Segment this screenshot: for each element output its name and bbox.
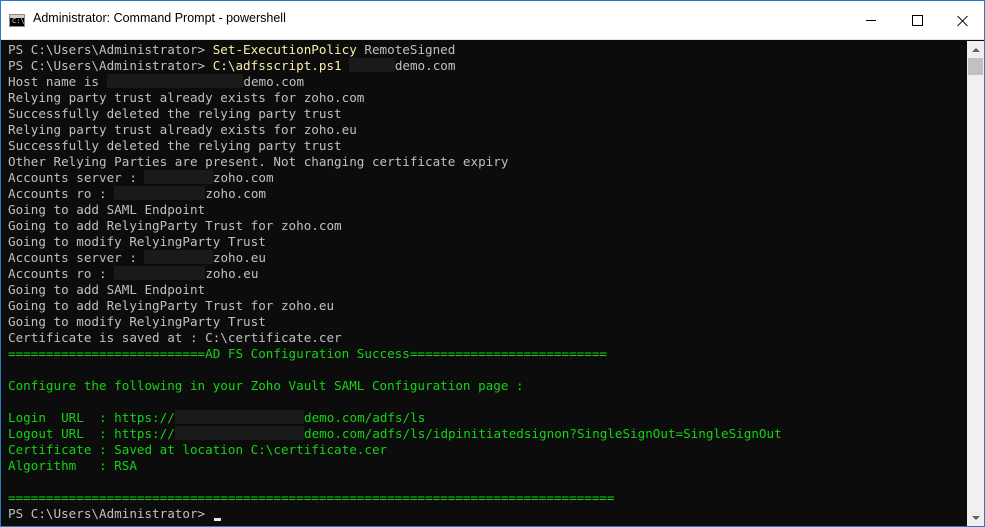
text-cursor [213,518,221,521]
console-text: Going to add RelyingParty Trust for zoho… [8,218,342,233]
console-text: Accounts ro : [8,266,115,281]
console-line: Accounts ro : zoho.com [8,186,266,202]
console-line: ========================================… [8,490,615,506]
redacted-text [144,170,213,184]
console-text: Successfully deleted the relying party t… [8,138,342,153]
console-text: zoho.eu [212,250,266,265]
console-text: Accounts ro : [8,186,115,201]
arrow-up-icon [971,47,980,52]
console-line: Login URL : https:// demo.com/adfs/ls [8,410,425,426]
console-line: Going to add RelyingParty Trust for zoho… [8,218,342,234]
console-line: Relying party trust already exists for z… [8,90,364,106]
console-line: Accounts ro : zoho.eu [8,266,258,282]
close-button[interactable] [940,1,984,40]
console-text: Relying party trust already exists for z… [8,90,365,105]
console-text: PS C:\Users\Administrator> [8,58,213,73]
command-prompt-window: C:\ Administrator: Command Prompt - powe… [0,0,985,527]
console-text: Accounts server : [8,250,145,265]
console-text: ========================================… [8,490,615,505]
console-text: zoho.com [205,186,267,201]
console-line: Successfully deleted the relying party t… [8,138,342,154]
console-text: Certificate is saved at : C:\certificate… [8,330,342,345]
console-line: Certificate : Saved at location C:\certi… [8,442,387,458]
console-text: Going to modify RelyingParty Trust [8,314,266,329]
redacted-text [144,250,213,264]
redacted-text [106,74,244,88]
cmd-icon-glyph: C:\ [12,17,25,25]
console-line: Going to modify RelyingParty Trust [8,314,266,330]
redacted-text [174,410,304,424]
redacted-text [349,58,395,72]
vertical-scrollbar[interactable] [967,41,984,526]
console-line: PS C:\Users\Administrator> C:\adfsscript… [8,58,455,74]
console-line: Accounts server : zoho.eu [8,250,266,266]
console-line: Successfully deleted the relying party t… [8,106,342,122]
console-line: Going to add SAML Endpoint [8,202,205,218]
console-text: PS C:\Users\Administrator> [8,506,213,521]
console-line: Going to add RelyingParty Trust for zoho… [8,298,334,314]
console-text: demo.com/adfs/ls [304,410,426,425]
console-output[interactable]: PS C:\Users\Administrator> Set-Execution… [1,41,967,526]
console-text: demo.com/adfs/ls/idpinitiatedsignon?Sing… [304,426,782,441]
console-line: PS C:\Users\Administrator> [8,506,221,522]
console-line: ==========================AD FS Configur… [8,346,607,362]
redacted-text [114,186,206,200]
console-text: Going to modify RelyingParty Trust [8,234,266,249]
console-text: Set-ExecutionPolicy [212,42,357,57]
console-line: Host name is demo.com [8,74,304,90]
console-text: RemoteSigned [356,42,456,57]
arrow-down-icon [971,515,980,520]
redacted-text [174,426,304,440]
console-line: Accounts server : zoho.com [8,170,274,186]
console-text: Configure the following in your Zoho Vau… [8,378,524,393]
console-line: Relying party trust already exists for z… [8,122,357,138]
console-text: zoho.com [212,170,274,185]
console-text: Accounts server : [8,170,145,185]
console-text: ==========================AD FS Configur… [8,346,607,361]
console-line: Certificate is saved at : C:\certificate… [8,330,342,346]
close-icon [957,15,969,27]
console-text: Going to add RelyingParty Trust for zoho… [8,298,335,313]
console-text: zoho.eu [205,266,259,281]
console-text: Going to add SAML Endpoint [8,282,206,297]
maximize-button[interactable] [894,1,940,40]
title-bar[interactable]: C:\ Administrator: Command Prompt - powe… [1,1,984,40]
scroll-down-button[interactable] [967,509,984,526]
console-text: PS C:\Users\Administrator> [8,42,213,57]
console-line: Algorithm : RSA [8,458,137,474]
console-text: Host name is [8,74,107,89]
scroll-thumb[interactable] [968,58,983,75]
console-text: Going to add SAML Endpoint [8,202,206,217]
console-text: C:\adfsscript.ps1 [212,58,342,73]
minimize-button[interactable] [848,1,894,40]
scroll-up-button[interactable] [967,41,984,58]
window-title: Administrator: Command Prompt - powershe… [33,11,286,25]
minimize-icon [866,20,876,21]
console-text: Certificate : Saved at location C:\certi… [8,442,388,457]
console-line: Logout URL : https:// demo.com/adfs/ls/id… [8,426,782,442]
maximize-icon [911,15,923,26]
redacted-text [114,266,206,280]
cmd-icon: C:\ [9,14,25,27]
console-text: Algorithm : RSA [8,458,137,473]
console-line: Going to add SAML Endpoint [8,282,205,298]
console-text: Login URL : https:// [8,410,175,425]
console-text: Other Relying Parties are present. Not c… [8,154,509,169]
console-line: Other Relying Parties are present. Not c… [8,154,508,170]
console-text: demo.com [243,74,305,89]
console-line: Configure the following in your Zoho Vau… [8,378,524,394]
console-line: PS C:\Users\Administrator> Set-Execution… [8,42,455,58]
console-text: Logout URL : https:// [8,426,175,441]
console-line: Going to modify RelyingParty Trust [8,234,266,250]
console-text: Successfully deleted the relying party t… [8,106,342,121]
console-text: Relying party trust already exists for z… [8,122,357,137]
console-text: demo.com [394,58,456,73]
